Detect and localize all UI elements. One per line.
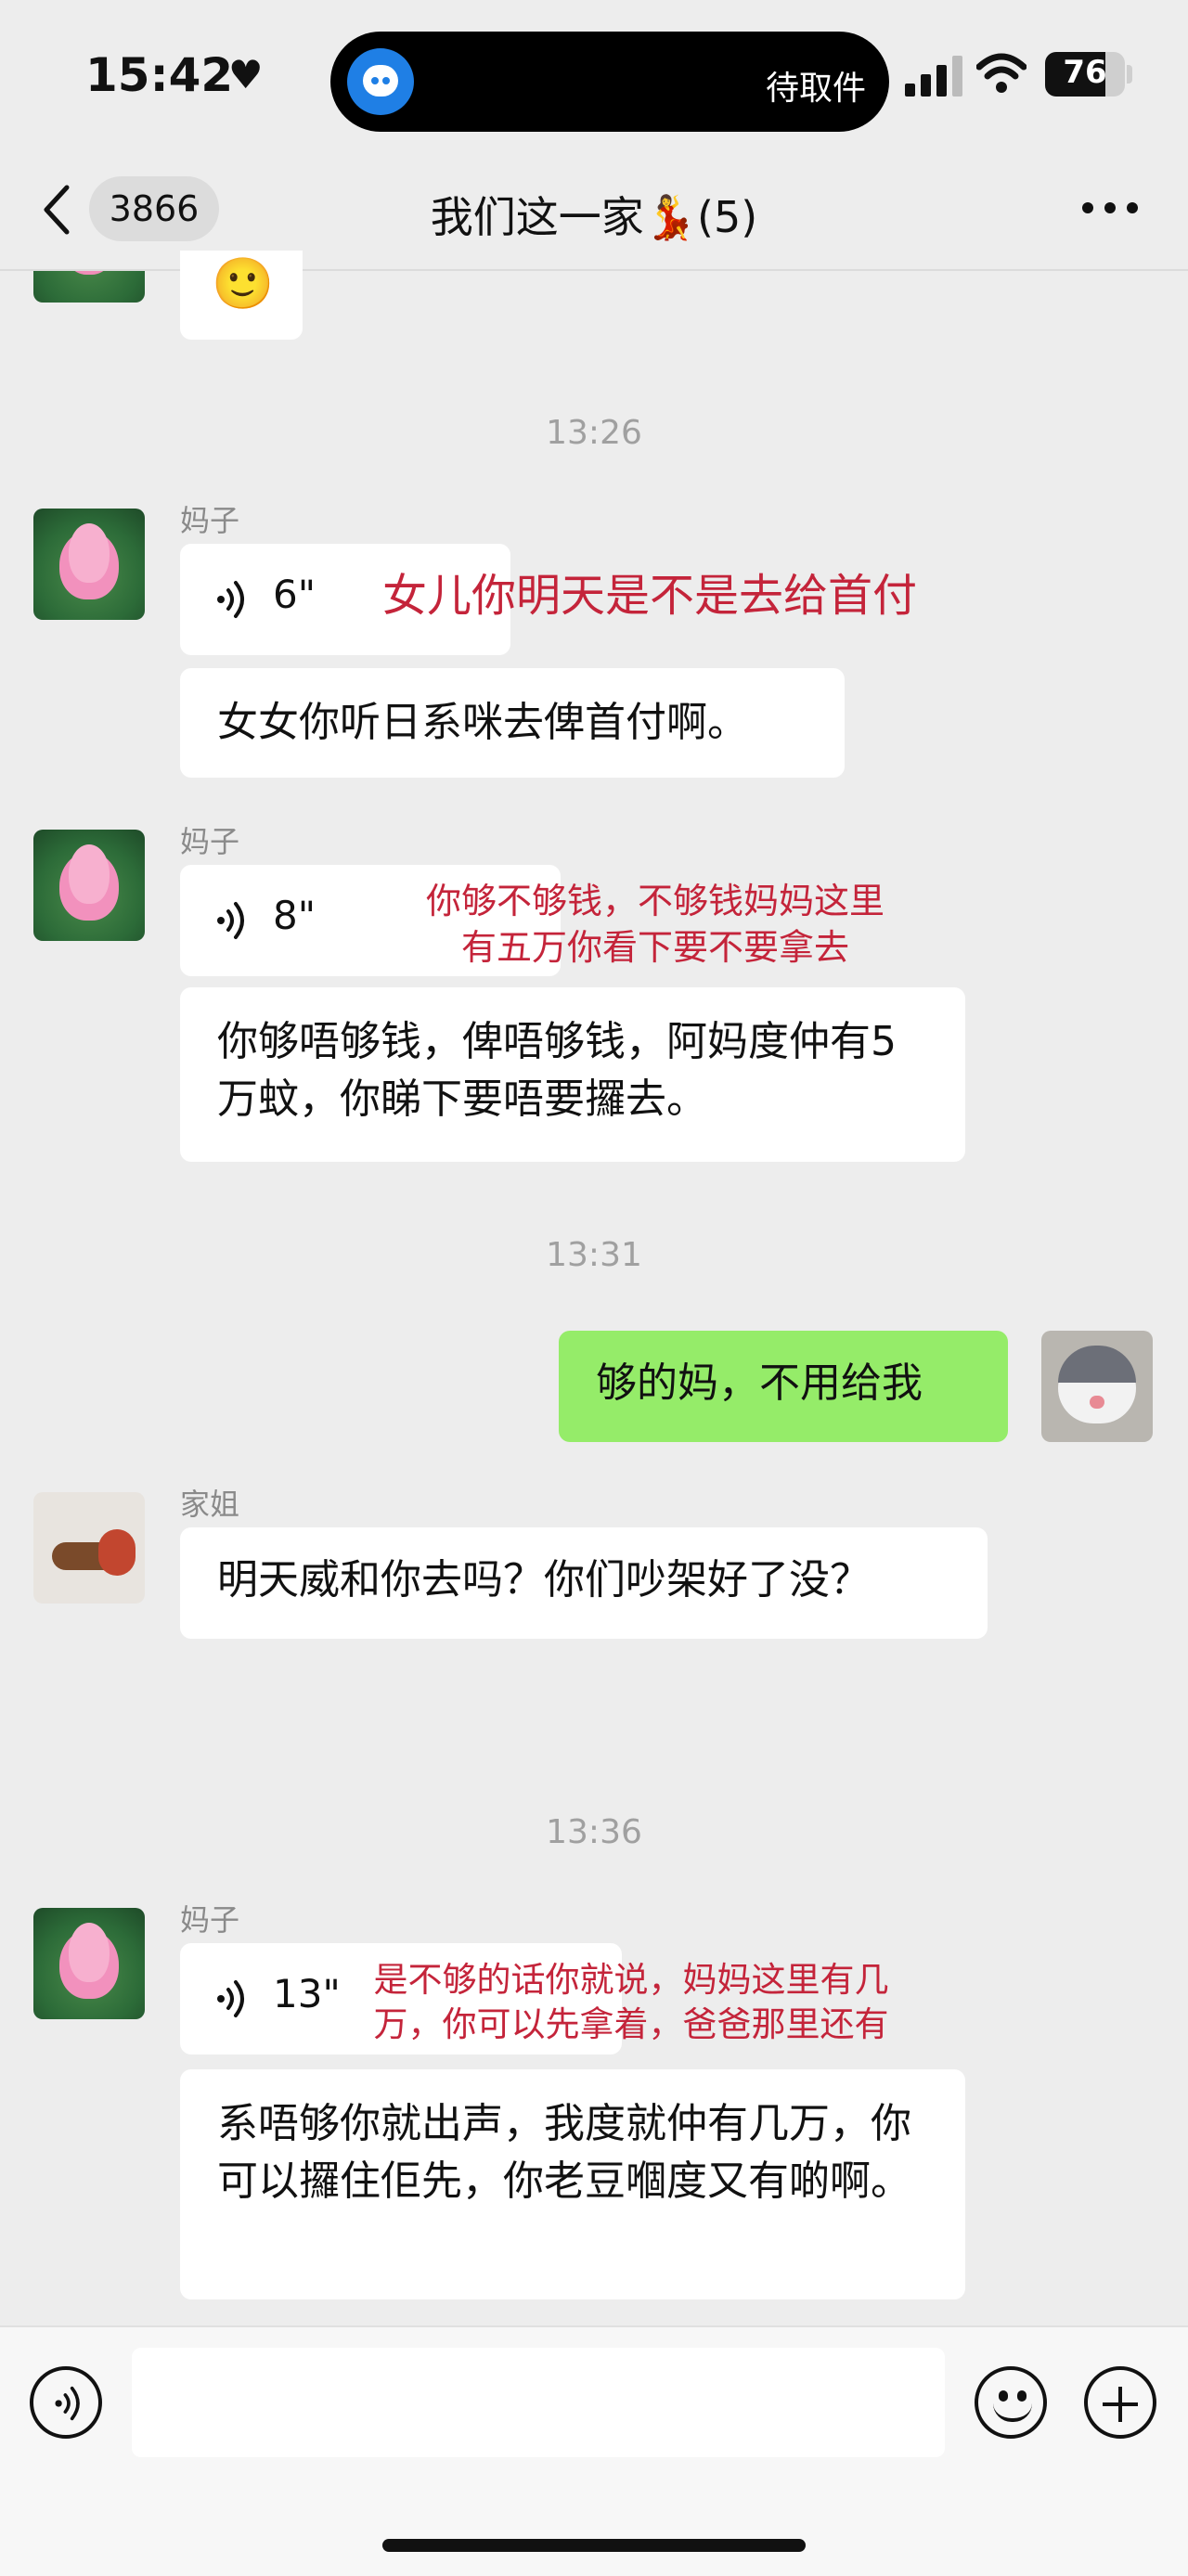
voice-transcript-bubble[interactable]: 系唔够你就出声，我度就仲有几万，你可以攞住佢先，你老豆嗰度又有啲啊。 <box>180 2069 965 2299</box>
island-status-text: 待取件 <box>766 70 867 108</box>
translation-note: 是不够的话你就说，妈妈这里有几万，你可以先拿着，爸爸那里还有 <box>373 1960 889 2044</box>
translation-note: 女儿你明天是不是去给首付 <box>381 570 917 622</box>
voice-wave-icon <box>217 1980 244 2017</box>
battery-icon: 76 <box>1045 52 1125 97</box>
smile-emoji: 🙂 <box>212 254 275 313</box>
voice-transcript-bubble[interactable]: 你够唔够钱，俾唔够钱，阿妈度仲有5万蚊，你睇下要唔要攞去。 <box>180 987 965 1162</box>
emoji-icon[interactable] <box>975 2366 1047 2439</box>
home-indicator[interactable] <box>382 2539 806 2552</box>
voice-mode-icon[interactable] <box>30 2366 102 2439</box>
avatar-me-cat[interactable] <box>1041 1331 1153 1442</box>
sender-name: 妈子 <box>180 1902 240 1938</box>
wifi-icon <box>976 53 1027 93</box>
chat-title: 我们这一家💃(5) <box>430 192 758 242</box>
avatar-sister[interactable] <box>33 1492 145 1604</box>
status-time: 15:42 <box>85 48 234 102</box>
plus-icon[interactable] <box>1084 2366 1156 2439</box>
voice-transcript-bubble[interactable]: 女女你听日系咪去俾首付啊。 <box>180 668 845 778</box>
voice-duration: 6" <box>273 572 316 617</box>
timestamp: 13:26 <box>546 414 642 452</box>
timestamp: 13:36 <box>546 1813 642 1851</box>
sticker-bubble[interactable]: 🙂 <box>180 251 303 340</box>
cellular-signal-icon <box>905 54 964 97</box>
heart-icon: ♥ <box>228 52 264 97</box>
avatar-mother[interactable] <box>33 509 145 620</box>
sender-name: 妈子 <box>180 503 240 538</box>
timestamp: 13:31 <box>546 1236 642 1274</box>
battery-tip <box>1127 65 1132 84</box>
avatar-mother[interactable] <box>33 830 145 941</box>
message-input[interactable] <box>132 2348 945 2457</box>
voice-wave-icon <box>217 902 244 939</box>
sender-name: 家姐 <box>180 1487 240 1522</box>
more-icon[interactable] <box>1082 202 1138 215</box>
nav-divider <box>0 269 1188 271</box>
sender-name: 妈子 <box>180 824 240 859</box>
voice-duration: 8" <box>273 893 316 938</box>
avatar-mother[interactable] <box>33 1908 145 2019</box>
app-robot-icon <box>347 48 414 115</box>
voice-duration: 13" <box>273 1971 341 2016</box>
message-bubble[interactable]: 明天威和你去吗？你们吵架好了没？ <box>180 1527 988 1639</box>
battery-level: 76 <box>1063 54 1107 91</box>
translation-note: 你够不够钱，不够钱妈妈这里有五万你看下要不要拿去 <box>425 881 885 968</box>
voice-wave-icon <box>217 581 244 618</box>
my-message-bubble[interactable]: 够的妈，不用给我 <box>559 1331 1008 1442</box>
